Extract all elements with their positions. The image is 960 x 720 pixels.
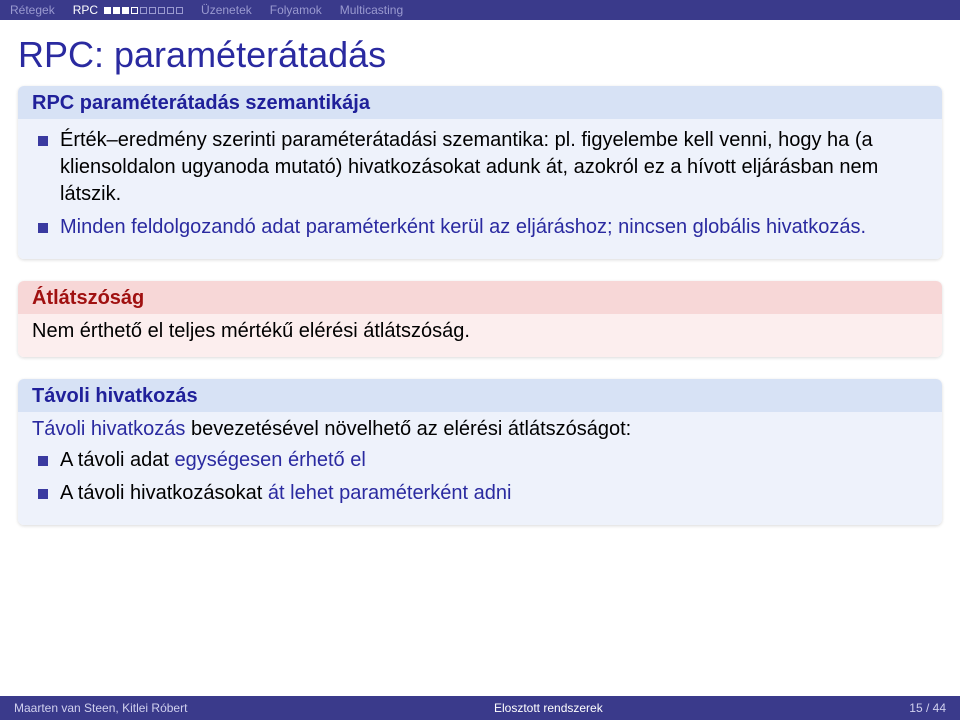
plain-text: A távoli hivatkozásokat [60, 482, 262, 504]
nav-item-rpc[interactable]: RPC [73, 3, 183, 17]
nav-item-retegek[interactable]: Rétegek [10, 3, 55, 17]
bullet-list: Érték–eredmény szerinti paraméterátadási… [32, 127, 928, 241]
nav-label: Rétegek [10, 3, 55, 17]
top-nav: Rétegek RPC Üzenetek Folyamok Multicasti… [0, 0, 960, 20]
block-heading: Átlátszóság [18, 281, 942, 314]
list-item: A távoli adat egységesen érhető el [38, 447, 928, 474]
plain-text: A távoli adat [60, 449, 169, 471]
progress-dot-icon [131, 7, 138, 14]
list-item: Minden feldolgozandó adat paraméterként … [38, 214, 928, 241]
nav-item-uzenetek[interactable]: Üzenetek [201, 3, 252, 17]
footer-bar: Maarten van Steen, Kitlei Róbert Eloszto… [0, 696, 960, 720]
block-body: Érték–eredmény szerinti paraméterátadási… [18, 119, 942, 259]
progress-dot-icon [158, 7, 165, 14]
nav-label: Folyamok [270, 3, 322, 17]
nav-label: Multicasting [340, 3, 403, 17]
footer-lecture: Elosztott rendszerek [201, 701, 895, 715]
progress-dot-icon [104, 7, 111, 14]
footer-authors: Maarten van Steen, Kitlei Róbert [0, 701, 201, 715]
progress-dot-icon [122, 7, 129, 14]
list-item: Érték–eredmény szerinti paraméterátadási… [38, 127, 928, 208]
progress-dot-icon [113, 7, 120, 14]
accent-text: Minden feldolgozandó adat paraméterként … [60, 216, 613, 238]
progress-dot-icon [167, 7, 174, 14]
progress-indicator [104, 7, 183, 14]
nav-item-multicasting[interactable]: Multicasting [340, 3, 403, 17]
slide-content: RPC paraméterátadás szemantikája Érték–e… [0, 82, 960, 696]
list-item: A távoli hivatkozásokat át lehet paramét… [38, 480, 928, 507]
nav-label: RPC [73, 3, 98, 17]
block-transparency: Átlátszóság Nem érthető el teljes mérték… [18, 281, 942, 357]
block-text: Nem érthető el teljes mértékű elérési át… [32, 320, 470, 342]
list-text: Érték–eredmény szerinti paraméterátadási… [60, 129, 878, 205]
slide: Rétegek RPC Üzenetek Folyamok Multicasti… [0, 0, 960, 720]
accent-text: nincsen globális hivatkozás. [618, 216, 866, 238]
intro-line: Távoli hivatkozás bevezetésével növelhet… [32, 416, 928, 443]
slide-title: RPC: paraméterátadás [0, 20, 960, 82]
accent-text: át lehet paraméterként adni [268, 482, 512, 504]
accent-text: egységesen érhető el [175, 449, 366, 471]
plain-text: bevezetésével növelhető az elérési átlát… [191, 418, 631, 440]
progress-dot-icon [149, 7, 156, 14]
bullet-list: A távoli adat egységesen érhető el A táv… [32, 447, 928, 507]
progress-dot-icon [176, 7, 183, 14]
nav-label: Üzenetek [201, 3, 252, 17]
block-body: Nem érthető el teljes mértékű elérési át… [18, 314, 942, 357]
block-body: Távoli hivatkozás bevezetésével növelhet… [18, 412, 942, 525]
block-heading: Távoli hivatkozás [18, 379, 942, 412]
progress-dot-icon [140, 7, 147, 14]
block-semantics: RPC paraméterátadás szemantikája Érték–e… [18, 86, 942, 259]
block-heading: RPC paraméterátadás szemantikája [18, 86, 942, 119]
block-remote-ref: Távoli hivatkozás Távoli hivatkozás beve… [18, 379, 942, 525]
nav-item-folyamok[interactable]: Folyamok [270, 3, 322, 17]
footer-page: 15 / 44 [895, 701, 960, 715]
accent-text: Távoli hivatkozás [32, 418, 185, 440]
